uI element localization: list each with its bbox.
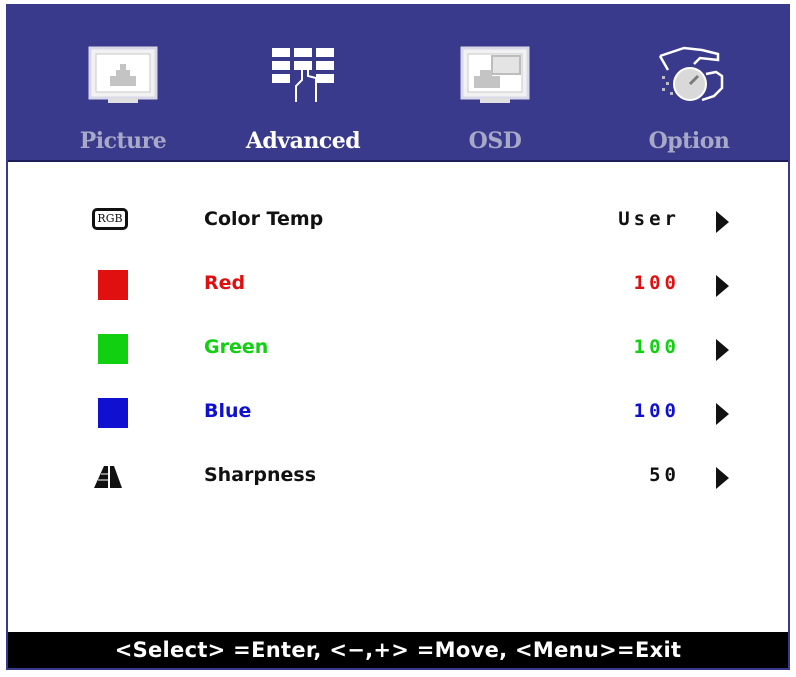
tab-osd-label: OSD — [468, 128, 522, 154]
osd-icon — [460, 46, 530, 103]
blue-arrow-icon[interactable] — [716, 403, 729, 425]
sharpness-value: 50 — [649, 464, 680, 486]
green-swatch-icon — [98, 334, 128, 364]
color-temp-value: User — [618, 208, 680, 230]
color-temp-arrow-icon[interactable] — [716, 211, 729, 233]
sharpness-label: Sharpness — [204, 464, 317, 486]
menu-item-green[interactable]: Green 100 — [8, 330, 788, 370]
option-icon — [658, 46, 724, 102]
menu-item-sharpness[interactable]: Sharpness 50 — [8, 458, 788, 498]
tab-picture[interactable]: Picture — [38, 6, 208, 160]
status-bar: <Select> =Enter, <−,+> =Move, <Menu>=Exi… — [8, 632, 788, 668]
blue-swatch-icon — [98, 398, 128, 428]
sharpness-arrow-icon[interactable] — [716, 467, 729, 489]
blue-label: Blue — [204, 400, 252, 422]
osd-window: Picture Advanced OSD Option RGB Color Te… — [6, 4, 790, 670]
tab-option-label: Option — [648, 128, 730, 154]
green-label: Green — [204, 336, 269, 358]
menu-item-color-temp[interactable]: RGB Color Temp User — [8, 202, 788, 242]
red-swatch-icon — [98, 270, 128, 300]
green-arrow-icon[interactable] — [716, 339, 729, 361]
color-temp-label: Color Temp — [204, 208, 324, 230]
advanced-icon — [272, 48, 334, 102]
menu-item-red[interactable]: Red 100 — [8, 266, 788, 306]
red-arrow-icon[interactable] — [716, 275, 729, 297]
tab-bar: Picture Advanced OSD Option — [8, 6, 788, 162]
advanced-menu: RGB Color Temp User Red 100 Green 100 Bl… — [8, 162, 788, 632]
tab-advanced[interactable]: Advanced — [218, 6, 388, 160]
red-label: Red — [204, 272, 246, 294]
tab-advanced-label: Advanced — [245, 128, 361, 154]
sharpness-icon — [94, 466, 122, 488]
tab-option[interactable]: Option — [604, 6, 774, 160]
picture-icon — [88, 46, 158, 103]
blue-value: 100 — [633, 400, 680, 422]
red-value: 100 — [633, 272, 680, 294]
tab-osd[interactable]: OSD — [410, 6, 580, 160]
green-value: 100 — [633, 336, 680, 358]
tab-picture-label: Picture — [79, 128, 167, 154]
rgb-icon: RGB — [92, 208, 128, 230]
menu-item-blue[interactable]: Blue 100 — [8, 394, 788, 434]
